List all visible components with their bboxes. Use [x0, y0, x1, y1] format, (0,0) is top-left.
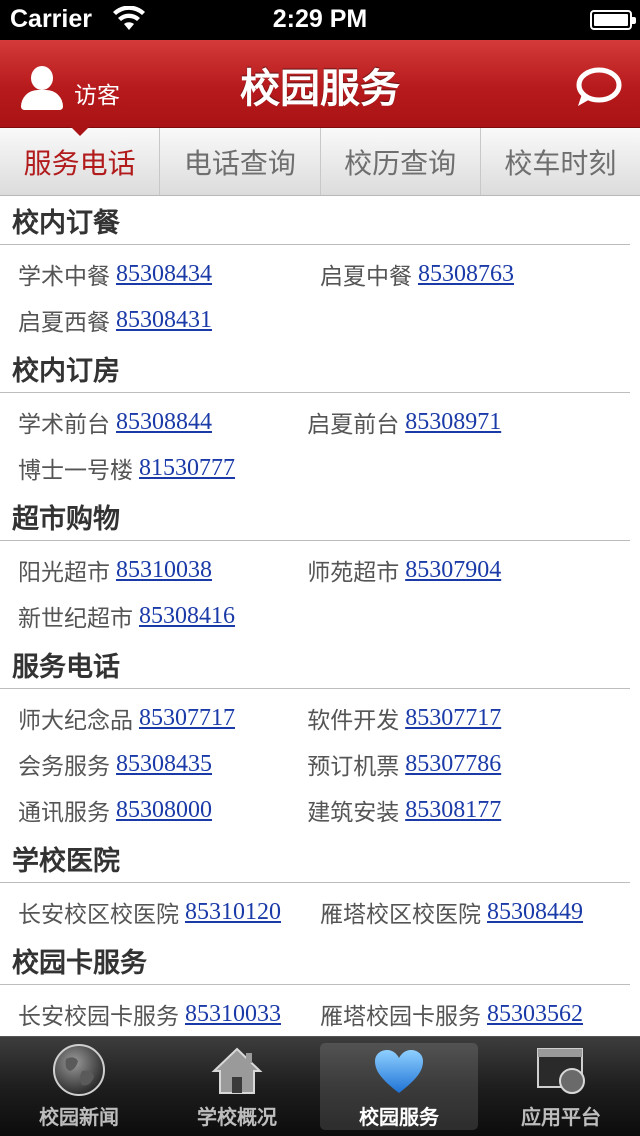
entry-name: 阳光超市: [18, 560, 110, 586]
heart-icon: [375, 1050, 423, 1093]
entry-name: 启夏中餐: [320, 264, 412, 290]
segment-tabs: 服务电话 电话查询 校历查询 校车时刻: [0, 127, 640, 196]
entry-name: 通讯服务: [18, 800, 110, 826]
entry-name: 学术中餐: [18, 264, 110, 290]
tabbar-item-news[interactable]: 校园新闻: [0, 1037, 158, 1136]
list-item: 软件开发 85307717: [307, 695, 640, 741]
tab-label: 校历查询: [344, 146, 457, 180]
section-hospital: 学校医院 长安校区校医院 85310120 雁塔校区校医院 85308449: [0, 835, 640, 937]
entry-name: 学术前台: [18, 412, 110, 438]
entry-name: 新世纪超市: [18, 606, 133, 632]
section-title: 校内订房: [0, 345, 630, 393]
phone-link[interactable]: 85310120: [185, 899, 281, 926]
list-item: 长安校区校医院 85310120: [0, 889, 320, 935]
phone-link[interactable]: 85307717: [139, 705, 235, 732]
tab-bar: 校园新闻 学校概况 校园服务 应用平台: [0, 1036, 640, 1136]
section-services: 服务电话 师大纪念品 85307717 软件开发 85307717 会务服务 8530…: [0, 641, 640, 835]
tab-calendar-search[interactable]: 校历查询: [321, 128, 481, 195]
entry-name: 软件开发: [307, 708, 400, 734]
section-title: 超市购物: [0, 493, 630, 541]
phone-directory[interactable]: 校内订餐 学术中餐 85308434 启夏中餐 85308763 启夏西餐 85308…: [0, 197, 640, 1035]
list-item: 新世纪超市 85308416: [0, 593, 307, 639]
entry-name: 雁塔校园卡服务: [320, 1004, 481, 1030]
list-item: 启夏西餐 85308431: [0, 297, 320, 343]
status-time: 2:29 PM: [272, 5, 368, 33]
list-item: 会务服务 85308435: [0, 741, 307, 787]
nav-bar: 访客 校园服务: [0, 40, 640, 128]
phone-link[interactable]: 85308177: [405, 797, 501, 824]
tabbar-label: 学校概况: [197, 1105, 277, 1129]
phone-link[interactable]: 85308971: [405, 409, 501, 436]
entry-name: 师大纪念品: [18, 708, 133, 734]
list-item: 建筑安装 85308177: [307, 787, 640, 833]
status-bar: Carrier 2:29 PM: [0, 0, 640, 40]
entry-name: 博士一号楼: [18, 458, 133, 484]
phone-link[interactable]: 85308434: [116, 261, 212, 288]
list-item: 学术前台 85308844: [0, 399, 307, 445]
phone-link[interactable]: 85307904: [405, 557, 501, 584]
tab-label: 电话查询: [183, 146, 296, 180]
tab-phone-search[interactable]: 电话查询: [160, 128, 321, 195]
entry-name: 长安校区校医院: [18, 902, 179, 928]
section-title: 校园卡服务: [0, 937, 630, 985]
phone-link[interactable]: 81530777: [139, 455, 235, 482]
phone-link[interactable]: 85310033: [185, 1001, 281, 1028]
section-title: 服务电话: [0, 641, 630, 689]
globe-icon: [53, 1044, 105, 1096]
app-window-icon: [537, 1048, 585, 1094]
section-campus-card: 校园卡服务 长安校园卡服务 85310033 雁塔校园卡服务 85303562: [0, 937, 640, 1035]
entry-name: 雁塔校区校医院: [320, 902, 481, 928]
section-title: 校内订餐: [0, 197, 630, 245]
chat-bubble-icon[interactable]: [574, 66, 622, 110]
entry-name: 启夏前台: [307, 412, 400, 438]
tabbar-label: 校园新闻: [39, 1105, 119, 1129]
phone-link[interactable]: 85308449: [487, 899, 583, 926]
list-item: 师大纪念品 85307717: [0, 695, 307, 741]
list-item: 长安校园卡服务 85310033: [0, 991, 320, 1035]
tabbar-item-apps[interactable]: 应用平台: [482, 1037, 640, 1136]
section-rooms: 校内订房 学术前台 85308844 启夏前台 85308971 博士一号楼 8153…: [0, 345, 640, 493]
entry-name: 会务服务: [18, 754, 110, 780]
entry-name: 启夏西餐: [18, 310, 110, 336]
tabbar-item-overview[interactable]: 学校概况: [158, 1037, 316, 1136]
list-item: 阳光超市 85310038: [0, 547, 307, 593]
active-tab-notch: [70, 127, 89, 136]
battery-icon: [590, 10, 636, 30]
phone-link[interactable]: 85303562: [487, 1001, 583, 1028]
phone-link[interactable]: 85308844: [116, 409, 212, 436]
phone-link[interactable]: 85310038: [116, 557, 212, 584]
entry-name: 长安校园卡服务: [18, 1004, 179, 1030]
tabbar-label: 校园服务: [359, 1105, 439, 1129]
home-icon: [211, 1047, 263, 1094]
tabbar-label: 应用平台: [521, 1105, 601, 1129]
phone-link[interactable]: 85308435: [116, 751, 212, 778]
section-title: 学校医院: [0, 835, 630, 883]
entry-name: 预订机票: [307, 754, 400, 780]
list-item: 启夏中餐 85308763: [320, 251, 640, 297]
list-item: 师苑超市 85307904: [307, 547, 640, 593]
tab-bus-schedule[interactable]: 校车时刻: [481, 128, 640, 195]
phone-link[interactable]: 85307717: [405, 705, 501, 732]
phone-link[interactable]: 85308416: [139, 603, 235, 630]
list-item: 雁塔校区校医院 85308449: [320, 889, 640, 935]
tab-label: 服务电话: [23, 146, 136, 180]
tab-service-phone[interactable]: 服务电话: [0, 127, 161, 195]
list-item: 通讯服务 85308000: [0, 787, 307, 833]
list-item: 博士一号楼 81530777: [0, 445, 307, 491]
section-supermarket: 超市购物 阳光超市 85310038 师苑超市 85307904 新世纪超市 8530…: [0, 493, 640, 641]
list-item: 启夏前台 85308971: [307, 399, 640, 445]
page-title: 校园服务: [240, 66, 400, 112]
section-dining: 校内订餐 学术中餐 85308434 启夏中餐 85308763 启夏西餐 85308…: [0, 197, 640, 345]
list-item: 雁塔校园卡服务 85303562: [320, 991, 640, 1035]
list-item: 预订机票 85307786: [307, 741, 640, 787]
tab-label: 校车时刻: [504, 146, 617, 180]
tabbar-item-campus-service[interactable]: 校园服务: [320, 1043, 478, 1130]
entry-name: 师苑超市: [307, 560, 400, 586]
phone-link[interactable]: 85308000: [116, 797, 212, 824]
list-item: 学术中餐 85308434: [0, 251, 320, 297]
phone-link[interactable]: 85308431: [116, 307, 212, 334]
entry-name: 建筑安装: [307, 800, 400, 826]
phone-link[interactable]: 85308763: [418, 261, 514, 288]
phone-link[interactable]: 85307786: [405, 751, 501, 778]
